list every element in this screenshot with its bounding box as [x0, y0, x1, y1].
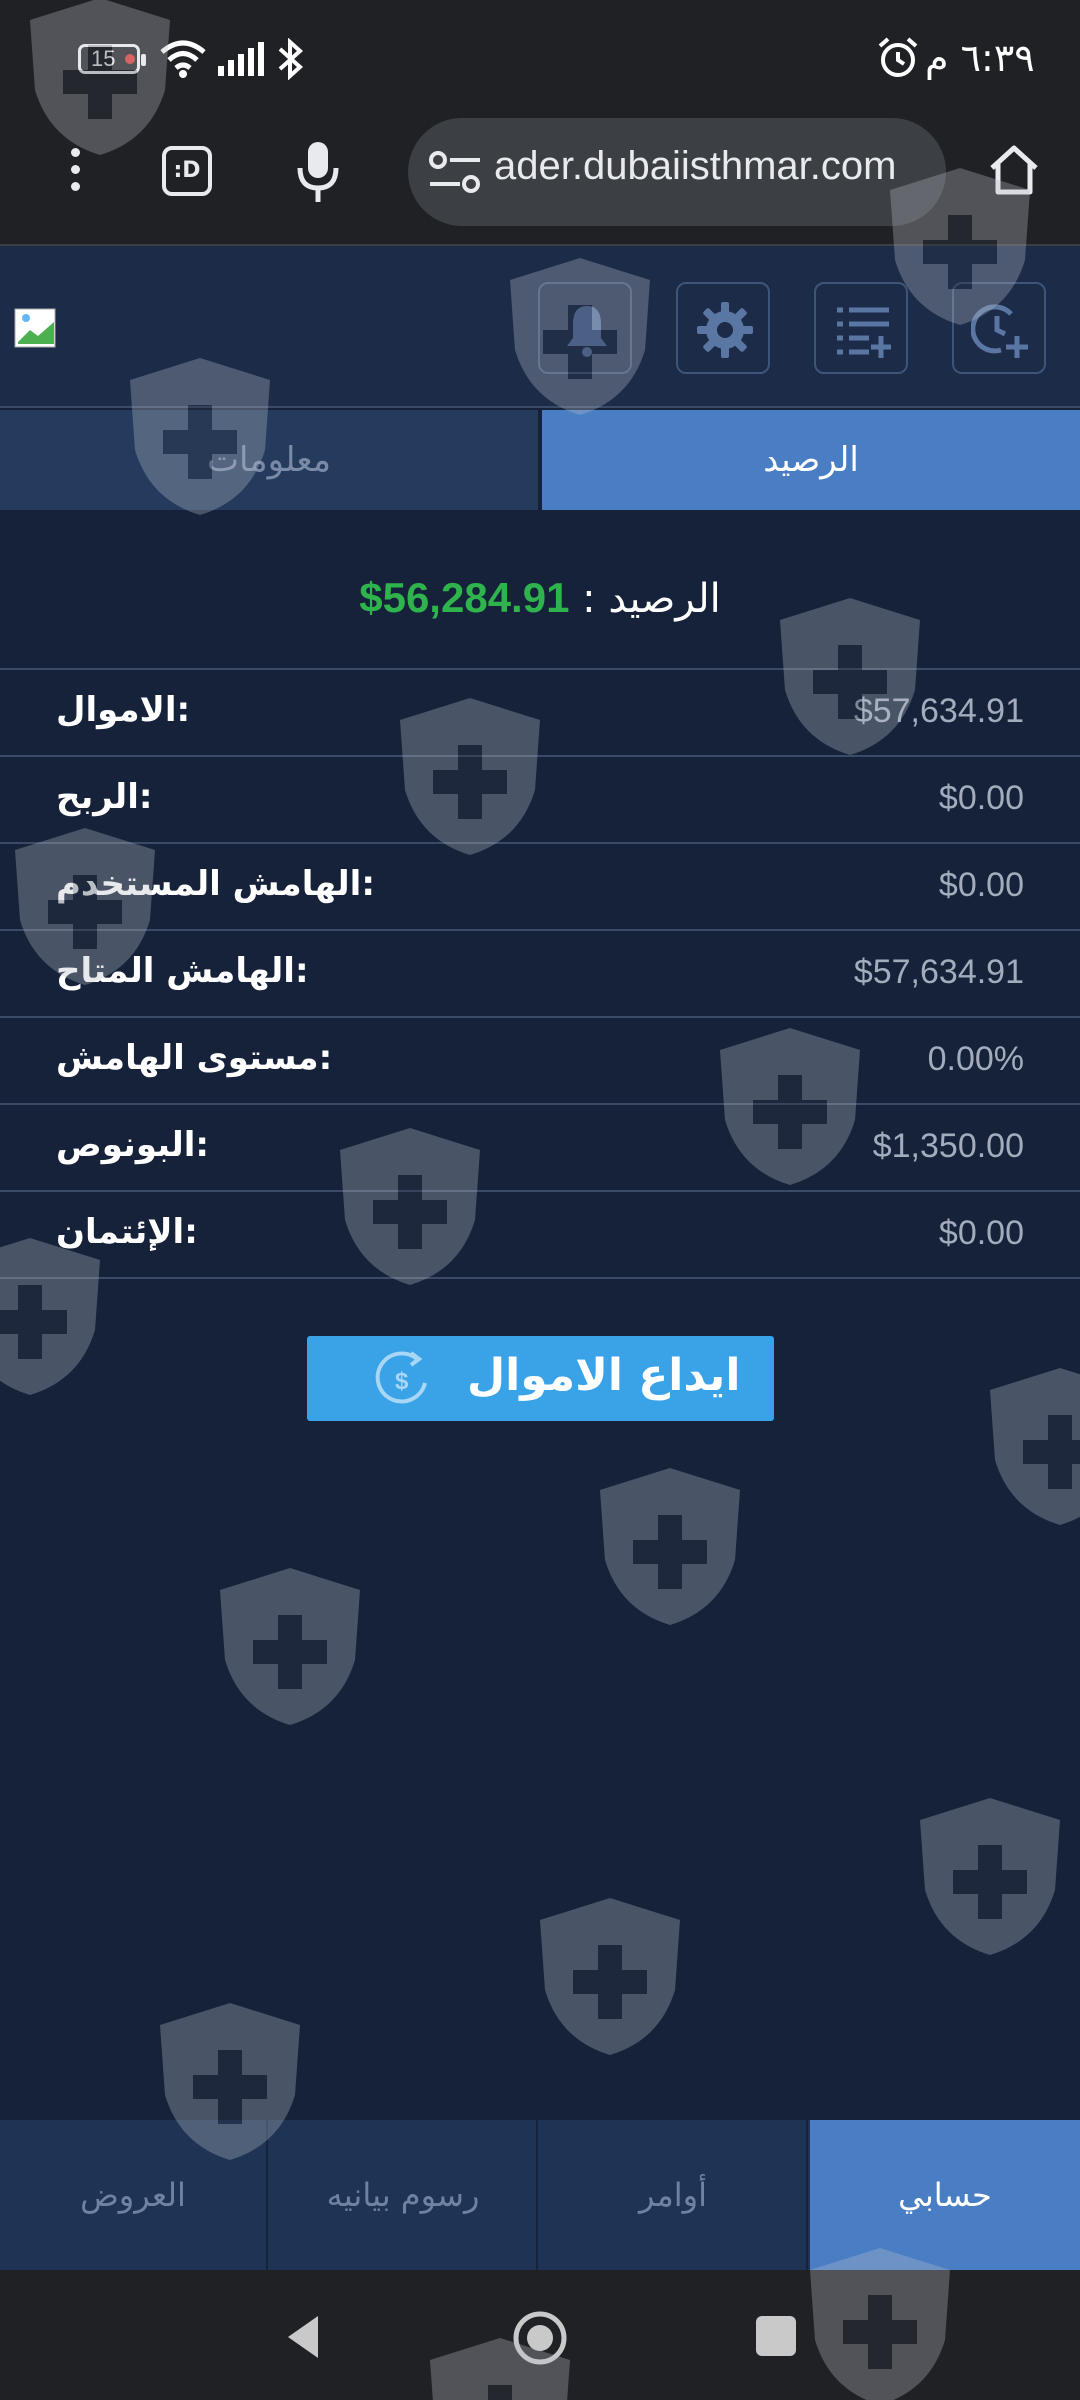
row-label: :الهامش المتاح: [56, 951, 309, 991]
logo-image-placeholder: [14, 308, 56, 348]
nav-charts[interactable]: رسوم بيانيه: [270, 2120, 538, 2270]
row-funds: :الاموال $57,634.91: [0, 670, 1080, 757]
row-value: $0.00: [938, 866, 1024, 904]
balance-label: الرصيد :: [582, 576, 721, 622]
orders-list-button[interactable]: [814, 282, 908, 374]
app-header: [0, 246, 1080, 408]
row-value: $1,350.00: [872, 1127, 1024, 1165]
shield-watermark-icon: [540, 1898, 680, 2055]
row-value: $0.00: [938, 779, 1024, 817]
address-bar[interactable]: ader.dubaiisthmar.com: [408, 118, 946, 226]
row-value: $57,634.91: [853, 953, 1024, 991]
site-settings-icon[interactable]: [428, 150, 482, 194]
bell-icon: [567, 306, 607, 357]
account-details-table: :الاموال $57,634.91 :الربح $0.00 :الهامش…: [0, 668, 1080, 1279]
row-value: $0.00: [938, 1214, 1024, 1252]
system-navigation-bar: [0, 2270, 1080, 2400]
battery-level: 15: [91, 46, 116, 71]
row-bonus: :البونوص $1,350.00: [0, 1105, 1080, 1192]
tab-balance[interactable]: الرصيد: [542, 410, 1080, 510]
shield-watermark-icon: [220, 1568, 360, 1725]
home-icon[interactable]: [986, 142, 1042, 198]
row-label: :الربح: [56, 777, 153, 817]
deposit-button-label[interactable]: ايداع الاموال: [467, 1350, 740, 1401]
row-label: :الاموال: [56, 690, 191, 730]
extension-button[interactable]: :D: [162, 146, 212, 196]
account-tabs: معلومات الرصيد: [0, 410, 1080, 510]
battery-icon: 15: [78, 44, 146, 74]
row-label: :الإئتمان: [56, 1212, 198, 1252]
balance-value: 56,284.91$: [359, 574, 570, 621]
row-value: $57,634.91: [853, 692, 1024, 730]
settings-button[interactable]: [676, 282, 770, 374]
nav-my-account[interactable]: حسابي: [810, 2120, 1080, 2270]
nav-orders[interactable]: أوامر: [540, 2120, 808, 2270]
row-used-margin: :الهامش المستخدم $0.00: [0, 844, 1080, 931]
svg-text:$: $: [395, 1368, 409, 1395]
shield-watermark-icon: [600, 1468, 740, 1625]
row-label: :البونوص: [56, 1125, 210, 1165]
browser-menu-button[interactable]: [60, 142, 90, 202]
row-value: 0.00%: [927, 1040, 1024, 1078]
recent-apps-icon[interactable]: [756, 2316, 796, 2356]
row-free-margin: :الهامش المتاح $57,634.91: [0, 931, 1080, 1018]
deposit-refresh-dollar-icon: $: [375, 1351, 427, 1404]
nav-offers[interactable]: العروض: [0, 2120, 268, 2270]
row-label: :الهامش المستخدم: [56, 864, 375, 904]
clock: ٦:٣٩ م: [925, 36, 1035, 80]
back-icon[interactable]: [282, 2312, 322, 2362]
row-label: :مستوى الهامش: [56, 1038, 333, 1078]
microphone-icon[interactable]: [296, 140, 340, 204]
notifications-button[interactable]: [538, 282, 632, 374]
balance-summary: الرصيد : 56,284.91$: [0, 574, 1080, 622]
bottom-navigation: العروض رسوم بيانيه أوامر حسابي: [0, 2120, 1080, 2270]
shield-watermark-icon: [920, 1798, 1060, 1955]
bluetooth-icon: [278, 38, 303, 80]
wifi-icon: [160, 40, 206, 78]
deposit-funds-button[interactable]: $ ايداع الاموال: [307, 1336, 774, 1421]
tab-info[interactable]: معلومات: [0, 410, 538, 510]
row-margin-level: :مستوى الهامش 0.00%: [0, 1018, 1080, 1105]
home-circle-icon[interactable]: [512, 2310, 568, 2366]
status-bar: 15 ٦:٣٩ م: [0, 0, 1080, 118]
row-profit: :الربح $0.00: [0, 757, 1080, 844]
list-add-icon: [837, 307, 891, 358]
alarm-icon: [878, 37, 918, 77]
gear-icon: [697, 302, 753, 358]
shield-watermark-icon: [990, 1368, 1080, 1525]
signal-icon: [218, 42, 264, 76]
clock-add-icon: [971, 304, 1028, 358]
browser-toolbar: :D ader.dubaiisthmar.com: [0, 118, 1080, 246]
row-credit: :الإئتمان $0.00: [0, 1192, 1080, 1279]
new-order-button[interactable]: [952, 282, 1046, 374]
url-text[interactable]: ader.dubaiisthmar.com: [494, 144, 896, 189]
